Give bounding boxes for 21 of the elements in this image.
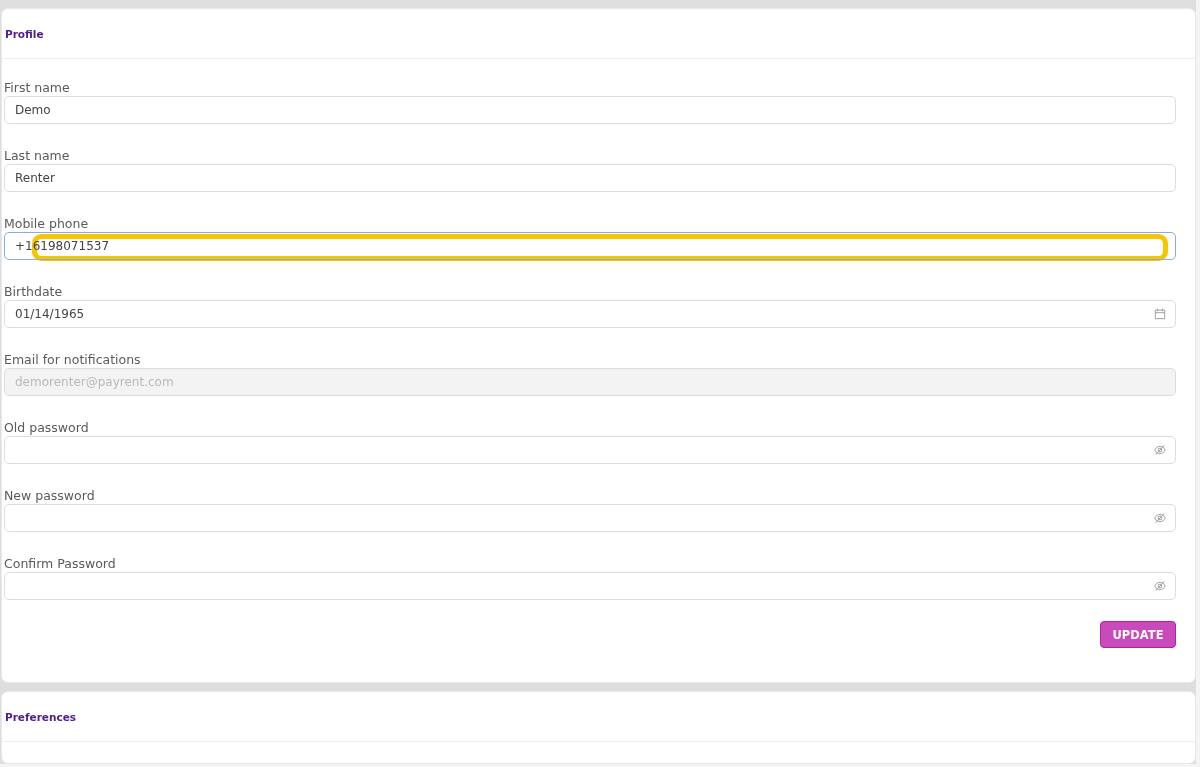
field-label: First name [4,79,70,96]
input-field[interactable]: 01/14/1965 [4,300,1176,328]
update-button[interactable]: UPDATE [1100,621,1176,648]
field-label: Mobile phone [4,215,89,232]
input-field[interactable]: Demo [4,96,1176,124]
input-field[interactable] [4,504,1176,532]
field-label: Confirm Password [4,555,116,572]
field-label: Birthdate [4,283,63,300]
eye-slash-icon[interactable] [1154,580,1166,592]
eye-slash-icon[interactable] [1154,512,1166,524]
field-label: Old password [4,419,89,436]
field-label: New password [4,487,95,504]
calendar-icon [1154,308,1166,320]
eye-slash-icon[interactable] [1154,444,1166,456]
field-label: Email for notifications [4,351,141,368]
field-label: Last name [4,147,70,164]
input-field[interactable]: Renter [4,164,1176,192]
section-title: Profile [5,27,44,40]
section-title: Preferences [5,710,77,723]
input-field[interactable] [4,436,1176,464]
input-field[interactable] [4,572,1176,600]
